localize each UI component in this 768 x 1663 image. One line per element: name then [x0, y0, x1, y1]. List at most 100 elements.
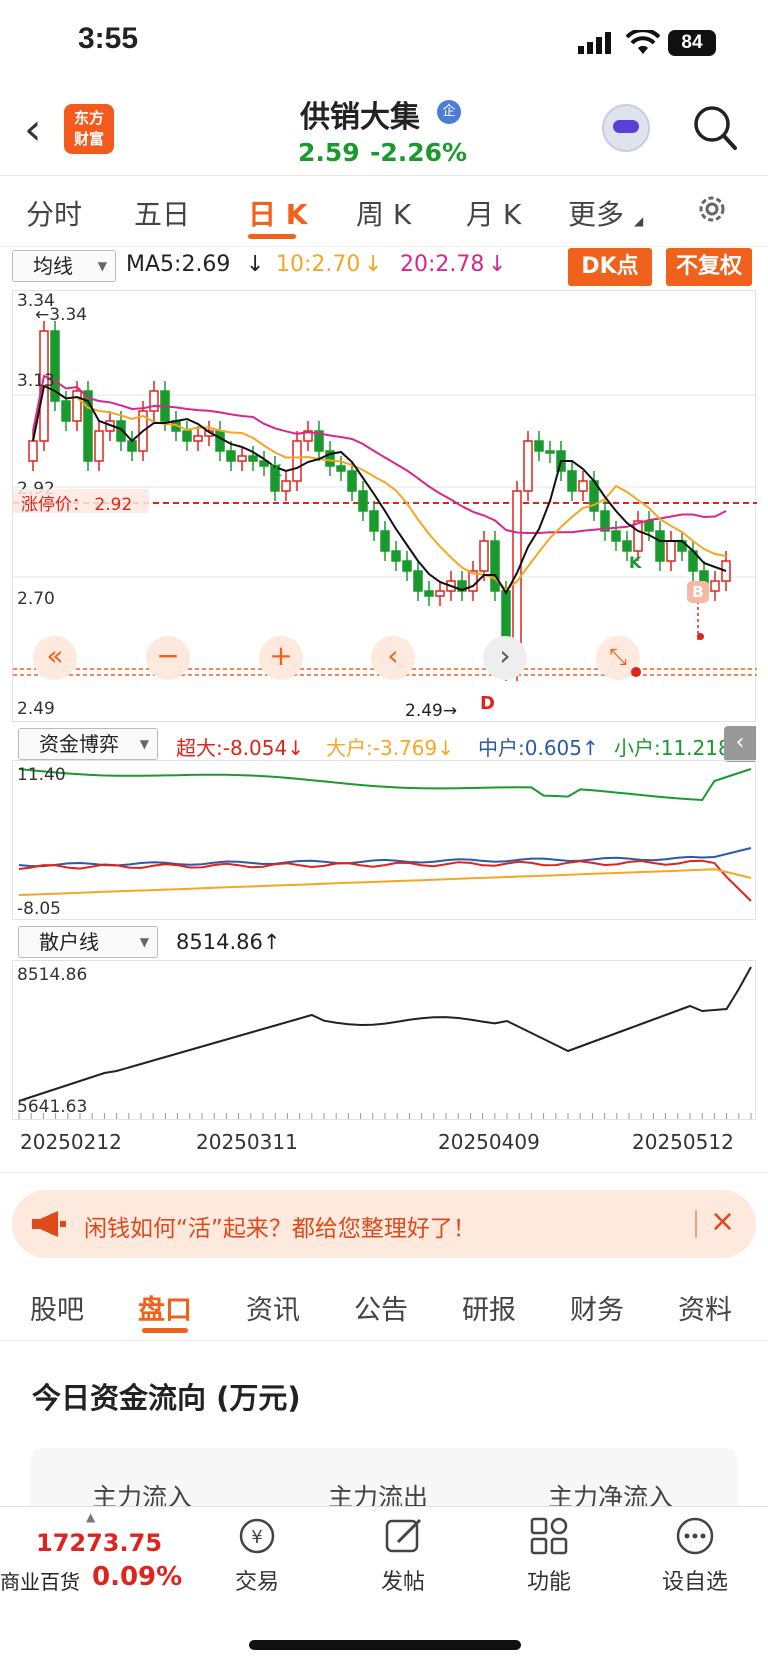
candle [369, 510, 379, 532]
chart-bottom-divider [0, 1172, 768, 1173]
close-icon[interactable]: × [710, 1204, 735, 1239]
retail-y-top: 8514.86 [17, 965, 88, 985]
candle [479, 540, 489, 572]
index-change: 0.09% [92, 1562, 183, 1592]
candle [622, 540, 632, 552]
candle [655, 530, 665, 562]
nav-post[interactable]: 发帖 [358, 1564, 448, 1596]
candle [215, 430, 225, 452]
tab-announcements[interactable]: 公告 [354, 1288, 408, 1327]
candle [490, 540, 500, 592]
min-price-value: 2.49 [405, 701, 443, 721]
battery-indicator: 84 [668, 30, 716, 56]
dk-point-button[interactable]: DK点 [568, 248, 652, 286]
kline-chart[interactable]: 3.34 ←3.34 3.13 2.92 涨停价： 2.92 2.70 2.49… [12, 290, 757, 722]
expand-up-icon[interactable]: ▲ [86, 1510, 95, 1524]
fund-y-bottom: -8.05 [17, 899, 61, 919]
candle [358, 490, 368, 512]
tab-more[interactable]: 更多 [568, 193, 624, 233]
nav-functions[interactable]: 功能 [504, 1564, 594, 1596]
header-divider [0, 175, 768, 176]
ma5-down-arrow-icon: ↓ [246, 252, 265, 277]
tab-fenshi[interactable]: 分时 [26, 193, 82, 233]
status-time: 3:55 [78, 22, 139, 55]
zoom-out-button[interactable]: − [146, 636, 190, 680]
candle [28, 440, 38, 462]
buy-signal-dot [697, 633, 704, 640]
back-icon[interactable]: ‹ [24, 108, 42, 152]
tab-news[interactable]: 资讯 [246, 1288, 300, 1327]
ma-select[interactable]: 均线 ▼ [12, 250, 116, 282]
stock-change: -2.26% [370, 138, 468, 167]
candle [292, 440, 302, 482]
min-price-marker: 2.49→ [405, 701, 458, 721]
tab-five-day[interactable]: 五日 [134, 193, 190, 233]
enterprise-badge: 企 [437, 100, 461, 124]
date-label: 20250409 [438, 1130, 540, 1154]
candle [94, 430, 104, 462]
index-value[interactable]: 17273.75 [36, 1529, 162, 1557]
large-text: 大户:-3.769 [326, 736, 438, 760]
tab-pankou[interactable]: 盘口 [138, 1288, 192, 1327]
y-label-bottom: 2.49 [17, 699, 55, 719]
nav-trade[interactable]: 交易 [212, 1564, 302, 1596]
settings-gear-icon[interactable] [694, 191, 730, 227]
assistant-robot-icon[interactable] [602, 104, 650, 152]
ma10-line [32, 384, 727, 591]
candle [380, 530, 390, 552]
nav-add-watchlist[interactable]: 设自选 [650, 1564, 740, 1596]
candle [424, 590, 434, 597]
retail-value: 8514.86↑ [176, 930, 281, 954]
banner-text[interactable]: 闲钱如何“活”起来？都给您整理好了！ [84, 1209, 476, 1243]
tab-guba[interactable]: 股吧 [30, 1288, 84, 1327]
fund-select-label: 资金博弈 [39, 732, 119, 756]
candle [633, 520, 643, 552]
date-label: 20250212 [20, 1130, 122, 1154]
fullscreen-notify-dot [631, 667, 641, 677]
fund-select[interactable]: 资金博弈 ▼ [18, 728, 158, 760]
chevron-down-icon: ▼ [139, 737, 149, 751]
stock-price: 2.59 [298, 138, 360, 167]
small-value: 小户:11.218 [614, 732, 731, 761]
limit-price-label: 涨停价： 2.92 [21, 495, 133, 515]
ma20-value: 20:2.78 [400, 252, 485, 277]
no-adjust-button[interactable]: 不复权 [666, 248, 752, 286]
stock-name[interactable]: 供销大集 [300, 92, 420, 136]
ma20-down-arrow-icon: ↓ [488, 252, 507, 277]
functions-grid-icon[interactable] [504, 1516, 594, 1556]
tab-day-k[interactable]: 日 K [248, 193, 307, 233]
tick-marks [18, 1113, 752, 1119]
fast-backward-button[interactable]: « [33, 636, 77, 680]
ma5-value: MA5:2.69 [126, 252, 231, 277]
max-price-marker: ←3.34 [35, 305, 88, 325]
search-icon[interactable] [692, 104, 738, 152]
scroll-right-button[interactable]: › [483, 636, 527, 680]
bottom-tab-underline [142, 1328, 188, 1333]
tab-finance[interactable]: 财务 [570, 1288, 624, 1327]
zoom-in-button[interactable]: + [259, 636, 303, 680]
ma10-value: 10:2.70 [276, 252, 361, 277]
date-label: 20250311 [196, 1130, 298, 1154]
medium-text: 中户:0.605 [478, 736, 582, 760]
tab-month-k[interactable]: 月 K [466, 193, 521, 233]
large-line [18, 868, 752, 896]
signal-d: D [480, 693, 495, 714]
svg-text:¥: ¥ [251, 1527, 262, 1548]
retail-line [18, 966, 752, 1102]
more-caret-icon: ◢ [634, 214, 644, 228]
tab-research[interactable]: 研报 [462, 1288, 516, 1327]
tab-week-k[interactable]: 周 K [356, 193, 411, 233]
scroll-left-button[interactable]: ‹ [371, 636, 415, 680]
tab-profile[interactable]: 资料 [678, 1288, 732, 1327]
candle [72, 390, 82, 422]
retail-select[interactable]: 散户线 ▼ [18, 926, 158, 958]
candle [545, 450, 555, 454]
trade-yen-icon[interactable]: ¥ [212, 1516, 302, 1556]
more-dots-icon[interactable] [650, 1516, 740, 1556]
collapse-panel-icon[interactable]: ‹ [724, 726, 756, 762]
date-label: 20250512 [632, 1130, 734, 1154]
retail-svg [18, 966, 752, 1119]
tabs-divider [0, 246, 768, 247]
post-edit-icon[interactable] [358, 1516, 448, 1556]
ma10-down-arrow-icon: ↓ [364, 252, 383, 277]
